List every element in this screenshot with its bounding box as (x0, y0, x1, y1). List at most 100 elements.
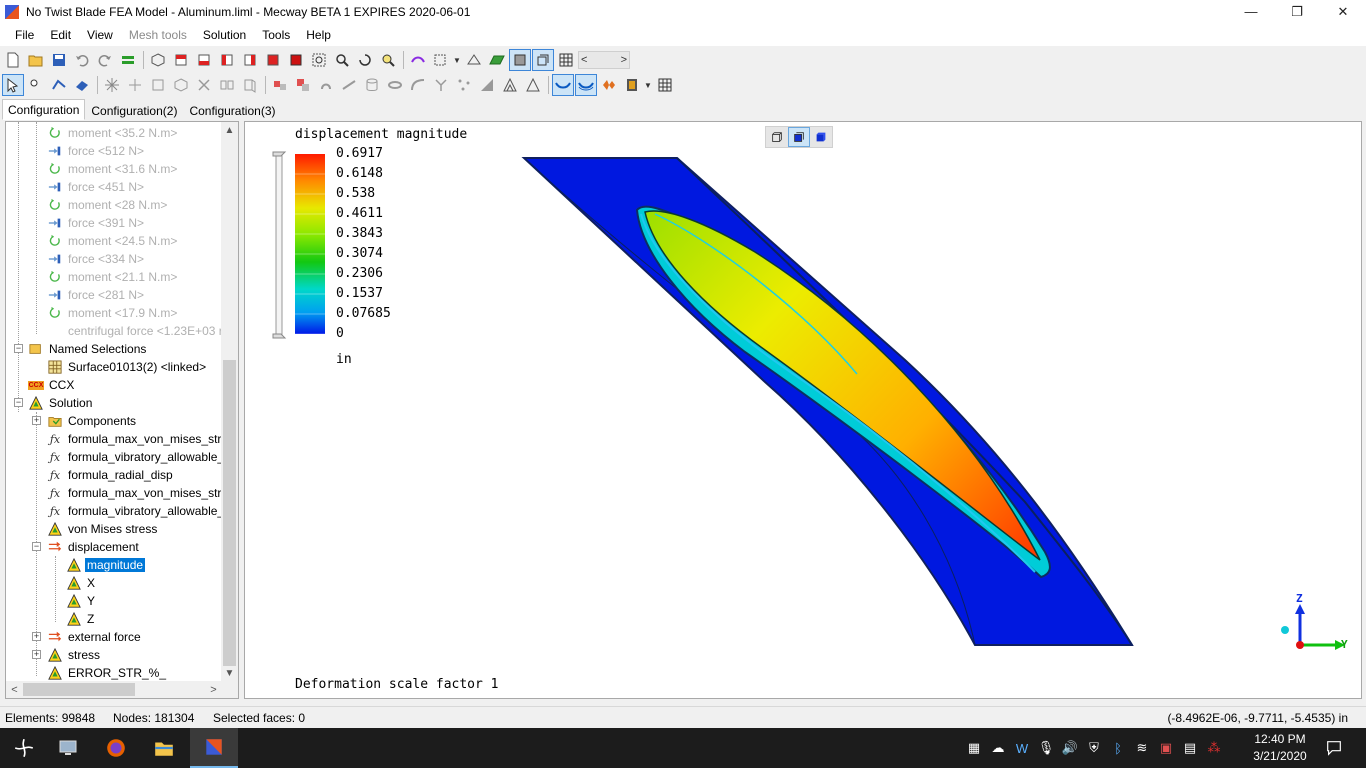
expand-stress[interactable]: + (32, 650, 41, 659)
save-icon[interactable] (48, 49, 70, 71)
tray-cluster-icon[interactable]: ⁂ (1202, 728, 1226, 768)
tray-wifi-icon[interactable]: ≋ (1130, 728, 1154, 768)
tray-grid-icon[interactable]: ▦ (962, 728, 986, 768)
scroll-left-icon[interactable]: < (6, 681, 23, 698)
tree-hscroll-thumb[interactable] (23, 683, 135, 696)
tree-load-item[interactable]: force <512 N> (47, 142, 146, 160)
zoom-icon[interactable] (331, 49, 353, 71)
zoom-box-icon[interactable] (308, 49, 330, 71)
scatter-icon[interactable] (453, 74, 475, 96)
tree-formula-item[interactable]: ƒx formula_vibratory_allowable_ (47, 448, 222, 466)
shaded-view-icon[interactable] (509, 49, 531, 71)
cube-outline-icon[interactable] (766, 127, 788, 147)
tet-mesh-icon[interactable] (522, 74, 544, 96)
close-button[interactable]: ✕ (1320, 0, 1366, 23)
view-left-icon[interactable] (216, 49, 238, 71)
rotate-icon[interactable] (354, 49, 376, 71)
deformed-shape-icon[interactable] (552, 74, 574, 96)
surface-icon[interactable] (486, 49, 508, 71)
tree-error-str[interactable]: ERROR_STR_%_ (47, 664, 168, 682)
notification-center-icon[interactable] (1310, 728, 1358, 768)
scroll-up-icon[interactable]: ▲ (221, 122, 238, 139)
mirror-icon[interactable] (269, 74, 291, 96)
menu-solution[interactable]: Solution (195, 28, 254, 42)
view-iso-icon[interactable] (147, 49, 169, 71)
taskbar-clock[interactable]: 12:40 PM 3/21/2020 (1248, 731, 1312, 765)
merge-icon[interactable] (216, 74, 238, 96)
cube-shaded-icon[interactable] (788, 127, 810, 147)
film-dropdown-icon[interactable]: ▼ (644, 81, 652, 90)
view-bottom-icon[interactable] (285, 49, 307, 71)
cylinder-icon[interactable] (361, 74, 383, 96)
tree-displacement-z[interactable]: Z (66, 610, 96, 628)
tray-volume-icon[interactable]: 🔊 (1058, 728, 1082, 768)
zoom-fit-icon[interactable] (377, 49, 399, 71)
select-node-icon[interactable] (25, 74, 47, 96)
tab-configuration-3[interactable]: Configuration(3) (183, 100, 281, 120)
view-back-icon[interactable] (193, 49, 215, 71)
redo-icon[interactable] (94, 49, 116, 71)
tray-cloud-icon[interactable]: ☁ (986, 728, 1010, 768)
tree-displacement-magnitude[interactable]: magnitude (66, 556, 146, 574)
tree-horizontal-scrollbar[interactable]: < > (6, 681, 222, 698)
tray-network-icon[interactable]: ▣ (1154, 728, 1178, 768)
undo-icon[interactable] (71, 49, 93, 71)
mecway-taskbar-icon[interactable] (190, 728, 238, 768)
firefox-icon[interactable] (92, 728, 140, 768)
add-solid-icon[interactable] (170, 74, 192, 96)
tree-load-item[interactable]: moment <35.2 N.m> (47, 124, 179, 142)
scroll-right-icon[interactable]: > (205, 681, 222, 698)
tree-stress[interactable]: stress (47, 646, 102, 664)
tree-external-force[interactable]: external force (47, 628, 143, 646)
delete-icon[interactable] (193, 74, 215, 96)
fea-render[interactable] (245, 122, 1362, 699)
tree-ccx[interactable]: CCX CCX (27, 376, 76, 394)
tree-formula-item[interactable]: ƒx formula_radial_disp (47, 466, 175, 484)
undeformed-shape-icon[interactable] (575, 74, 597, 96)
menu-view[interactable]: View (79, 28, 121, 42)
tab-configuration-2[interactable]: Configuration(2) (85, 100, 183, 120)
tree-scroll-thumb[interactable] (223, 360, 236, 666)
open-folder-icon[interactable] (25, 49, 47, 71)
add-node-icon[interactable] (124, 74, 146, 96)
collapse-named-selections[interactable]: − (14, 344, 23, 353)
start-button[interactable] (0, 728, 48, 768)
scroll-down-icon[interactable]: ▼ (221, 665, 238, 682)
tree-load-item[interactable]: force <334 N> (47, 250, 146, 268)
refine-icon[interactable] (476, 74, 498, 96)
tree-load-item[interactable]: moment <31.6 N.m> (47, 160, 179, 178)
probe-dropdown-icon[interactable]: ▼ (453, 56, 461, 65)
tree-solution[interactable]: Solution (28, 394, 94, 412)
menu-mesh-tools[interactable]: Mesh tools (121, 28, 195, 42)
tree-load-item[interactable]: force <391 N> (47, 214, 146, 232)
bend-icon[interactable] (407, 74, 429, 96)
extrude-icon[interactable] (239, 74, 261, 96)
view-right-icon[interactable] (239, 49, 261, 71)
scroll-left-icon[interactable]: < (581, 54, 587, 66)
deform-icon[interactable] (407, 49, 429, 71)
tree-components[interactable]: Components (47, 412, 138, 430)
triangle-mesh-icon[interactable] (499, 74, 521, 96)
monitor-app-icon[interactable] (44, 728, 92, 768)
model-viewport[interactable]: displacement magnitude 0.6917 0.6148 0.538… (244, 121, 1362, 699)
tree-surface-selection[interactable]: Surface01013(2) <linked> (47, 358, 208, 376)
menu-file[interactable]: File (7, 28, 42, 42)
collapse-displacement[interactable]: − (32, 542, 41, 551)
revolve-icon[interactable] (315, 74, 337, 96)
select-pointer-icon[interactable] (2, 74, 24, 96)
toolbar-overflow-scroller[interactable]: < > (578, 51, 630, 69)
copy-icon[interactable] (292, 74, 314, 96)
tree-formula-item[interactable]: ƒx formula_vibratory_allowable_ (47, 502, 222, 520)
tree-von-mises-stress[interactable]: von Mises stress (47, 520, 159, 538)
tray-microphone-icon[interactable]: 🎙 (1034, 728, 1058, 768)
mesh-view-icon[interactable] (555, 49, 577, 71)
tray-shield-icon[interactable]: ⛨ (1082, 728, 1106, 768)
minimize-button[interactable]: — (1228, 0, 1274, 23)
select-edge-icon[interactable] (48, 74, 70, 96)
tree-displacement[interactable]: displacement (47, 538, 141, 556)
cube-solid-icon[interactable] (810, 127, 832, 147)
torus-icon[interactable] (384, 74, 406, 96)
split-icon[interactable] (430, 74, 452, 96)
tree-named-selections[interactable]: Named Selections (28, 340, 148, 358)
select-face-icon[interactable] (71, 74, 93, 96)
